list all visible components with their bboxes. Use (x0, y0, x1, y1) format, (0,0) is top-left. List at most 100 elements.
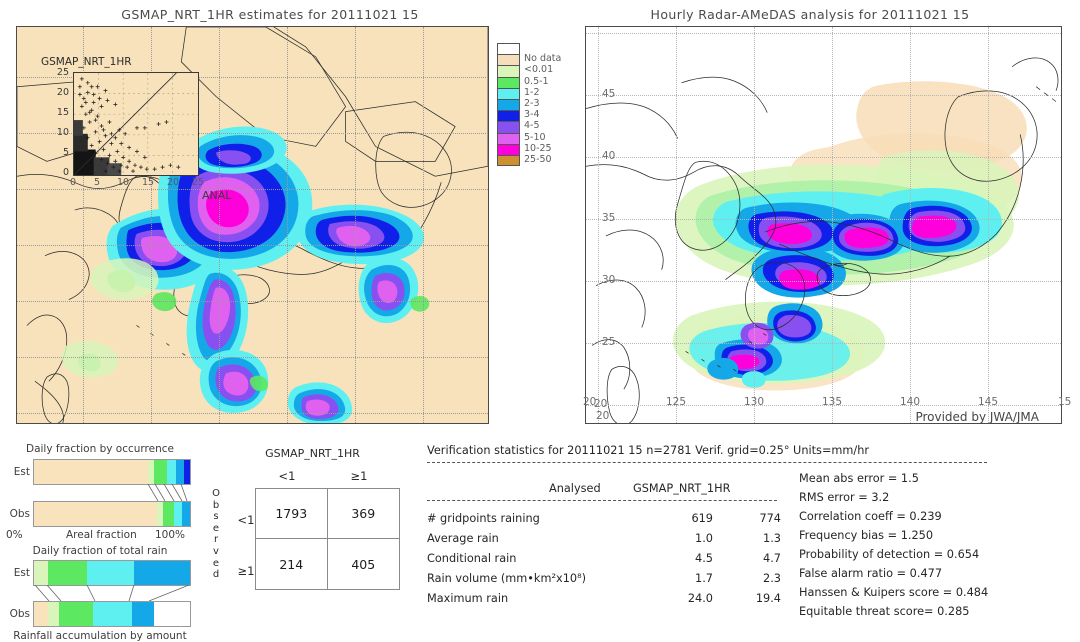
data-credit: Provided by JWA/JMA (915, 410, 1039, 424)
contingency-cell: 1793 (256, 489, 328, 539)
scatter-x-tick: 15 (142, 177, 155, 188)
stat-analysed-value: 24.0 (687, 592, 713, 605)
lat-tick-label: 40 (602, 150, 616, 162)
bar-segment (34, 602, 49, 626)
stat-analysed-value: 4.5 (695, 552, 713, 565)
lon-tick-label: 130 (744, 396, 765, 408)
stat-estimate-value: 2.3 (763, 572, 781, 585)
lon-tick-label: 140 (900, 396, 921, 408)
stat-row: Conditional rain 4.5 4.7 (427, 552, 787, 570)
scatter-inset-points (74, 73, 198, 175)
bar-segment (163, 502, 175, 526)
left-map-title: GSMAP_NRT_1HR estimates for 20111021 15 (121, 7, 419, 22)
lon-tick-label: 125 (666, 396, 687, 408)
observed-axis-label: Observed (212, 488, 220, 581)
occurrence-est-bar (33, 459, 191, 485)
scatter-y-tick: 15 (56, 107, 69, 118)
stat-row: Average rain 1.0 1.3 (427, 532, 787, 550)
contingency-table: GSMAP_NRT_1HR <1 ≥1 <1 ≥1 1793 369 214 4… (205, 440, 420, 612)
stat-estimate-value: 4.7 (763, 552, 781, 565)
score-row: Correlation coeff = 0.239 (799, 510, 942, 523)
right-map-coastlines (586, 57, 1059, 423)
bar-segment (183, 460, 190, 484)
occurrence-chart-title: Daily fraction by occurrence (26, 443, 174, 455)
colorbar-swatch (497, 132, 520, 144)
bar-segment (133, 561, 190, 585)
colorbar-swatch (497, 154, 520, 167)
contingency-cell: 369 (327, 489, 399, 539)
colorbar-swatch (497, 143, 520, 155)
bar-segment (175, 460, 184, 484)
colorbar-label: 5-10 (524, 131, 546, 143)
lon-tick-label: 15 (1058, 396, 1072, 408)
score-row: Hanssen & Kuipers score = 0.484 (799, 586, 989, 599)
scatter-y-tick: 20 (56, 87, 69, 98)
score-row: RMS error = 3.2 (799, 491, 890, 504)
figure-canvas: GSMAP_NRT_1HR estimates for 20111021 15 … (0, 0, 1080, 642)
score-row: False alarm ratio = 0.477 (799, 567, 943, 580)
colorbar-label: <0.01 (524, 64, 554, 76)
totalrain-obs-label: Obs (9, 608, 30, 620)
occurrence-link-lines (147, 484, 188, 501)
stat-analysed-value: 619 (691, 512, 713, 525)
lon-tick-label: 20 (583, 396, 597, 408)
analysed-column-header: Analysed (549, 482, 601, 495)
colorbar-swatch (497, 54, 520, 66)
colorbar-swatch (497, 110, 520, 122)
colorbar-label: 1-2 (524, 86, 540, 98)
contingency-grid: 1793 369 214 405 (255, 488, 400, 590)
areal-fraction-label: Areal fraction (66, 529, 137, 541)
colorbar-swatch (497, 98, 520, 111)
lon-corner-label: 20 (596, 410, 610, 422)
colorbar-label: 25-50 (524, 153, 552, 165)
contingency-cell: 214 (256, 539, 328, 589)
colorbar-swatch (497, 43, 520, 55)
stat-estimate-value: 774 (759, 512, 781, 525)
stat-name: Conditional rain (427, 552, 517, 565)
colorbar-label: 0.5-1 (524, 75, 549, 87)
lat-tick-label: 25 (602, 336, 616, 348)
stat-row: Maximum rain 24.0 19.4 (427, 592, 787, 610)
scatter-x-tick: 20 (167, 177, 180, 188)
occurrence-obs-label: Obs (9, 508, 30, 520)
stat-row: Rain volume (mm•km²x10⁸) 1.7 2.3 (427, 572, 787, 590)
stat-name: # gridpoints raining (427, 512, 540, 525)
totalrain-est-bar (33, 560, 191, 586)
scatter-inset: GSMAP_NRT_1HR 25 20 15 10 5 0 0 5 10 15 … (39, 56, 205, 188)
totalrain-est-label: Est (13, 567, 30, 579)
verification-statistics: Verification statistics for 20111021 15 … (427, 444, 1080, 618)
contingency-cell: 405 (351, 556, 376, 572)
stat-name: Maximum rain (427, 592, 509, 605)
scatter-y-tick: 25 (56, 67, 69, 78)
verification-header: Verification statistics for 20111021 15 … (427, 444, 870, 457)
totalrain-obs-bar (33, 601, 191, 627)
bar-segment (154, 460, 167, 484)
colorbar-label: 3-4 (524, 109, 540, 121)
header-divider (427, 462, 987, 463)
subheader-divider (427, 500, 777, 501)
stat-estimate-value: 19.4 (755, 592, 781, 605)
bar-segment (154, 602, 190, 626)
total-rain-chart-title: Daily fraction of total rain (32, 545, 168, 557)
bar-segment (48, 561, 88, 585)
precipitation-colorbar: No data <0.01 0.5-1 1-2 2-3 3-4 4-5 5-10… (497, 43, 565, 167)
colorbar-label: 4-5 (524, 120, 540, 132)
colorbar-label: 2-3 (524, 97, 540, 109)
contingency-col-header: ≥1 (350, 469, 368, 483)
contingency-col-header: <1 (278, 469, 296, 483)
daily-fraction-panel: Daily fraction by occurrence Est Obs 0% (0, 440, 200, 642)
gsmap-estimate-map: ANAL GSMAP_NRT_1HR 25 20 15 10 5 0 0 5 1… (16, 26, 489, 424)
colorbar-swatch (497, 65, 520, 77)
scatter-y-tick: 0 (62, 167, 69, 178)
axis-max-label: 100% (155, 529, 186, 541)
scatter-x-tick: 10 (117, 177, 130, 188)
radar-amedas-map: 45 40 35 30 25 20 Provided by JWA/JMA (585, 26, 1062, 424)
scatter-y-tick: 10 (56, 127, 69, 138)
bar-segment (182, 502, 190, 526)
stat-analysed-value: 1.7 (695, 572, 713, 585)
lon-tick-label: 145 (978, 396, 999, 408)
bar-segment (48, 602, 59, 626)
scatter-x-tick: 0 (70, 177, 77, 188)
stat-estimate-value: 1.3 (763, 532, 781, 545)
bar-segment (34, 502, 158, 526)
